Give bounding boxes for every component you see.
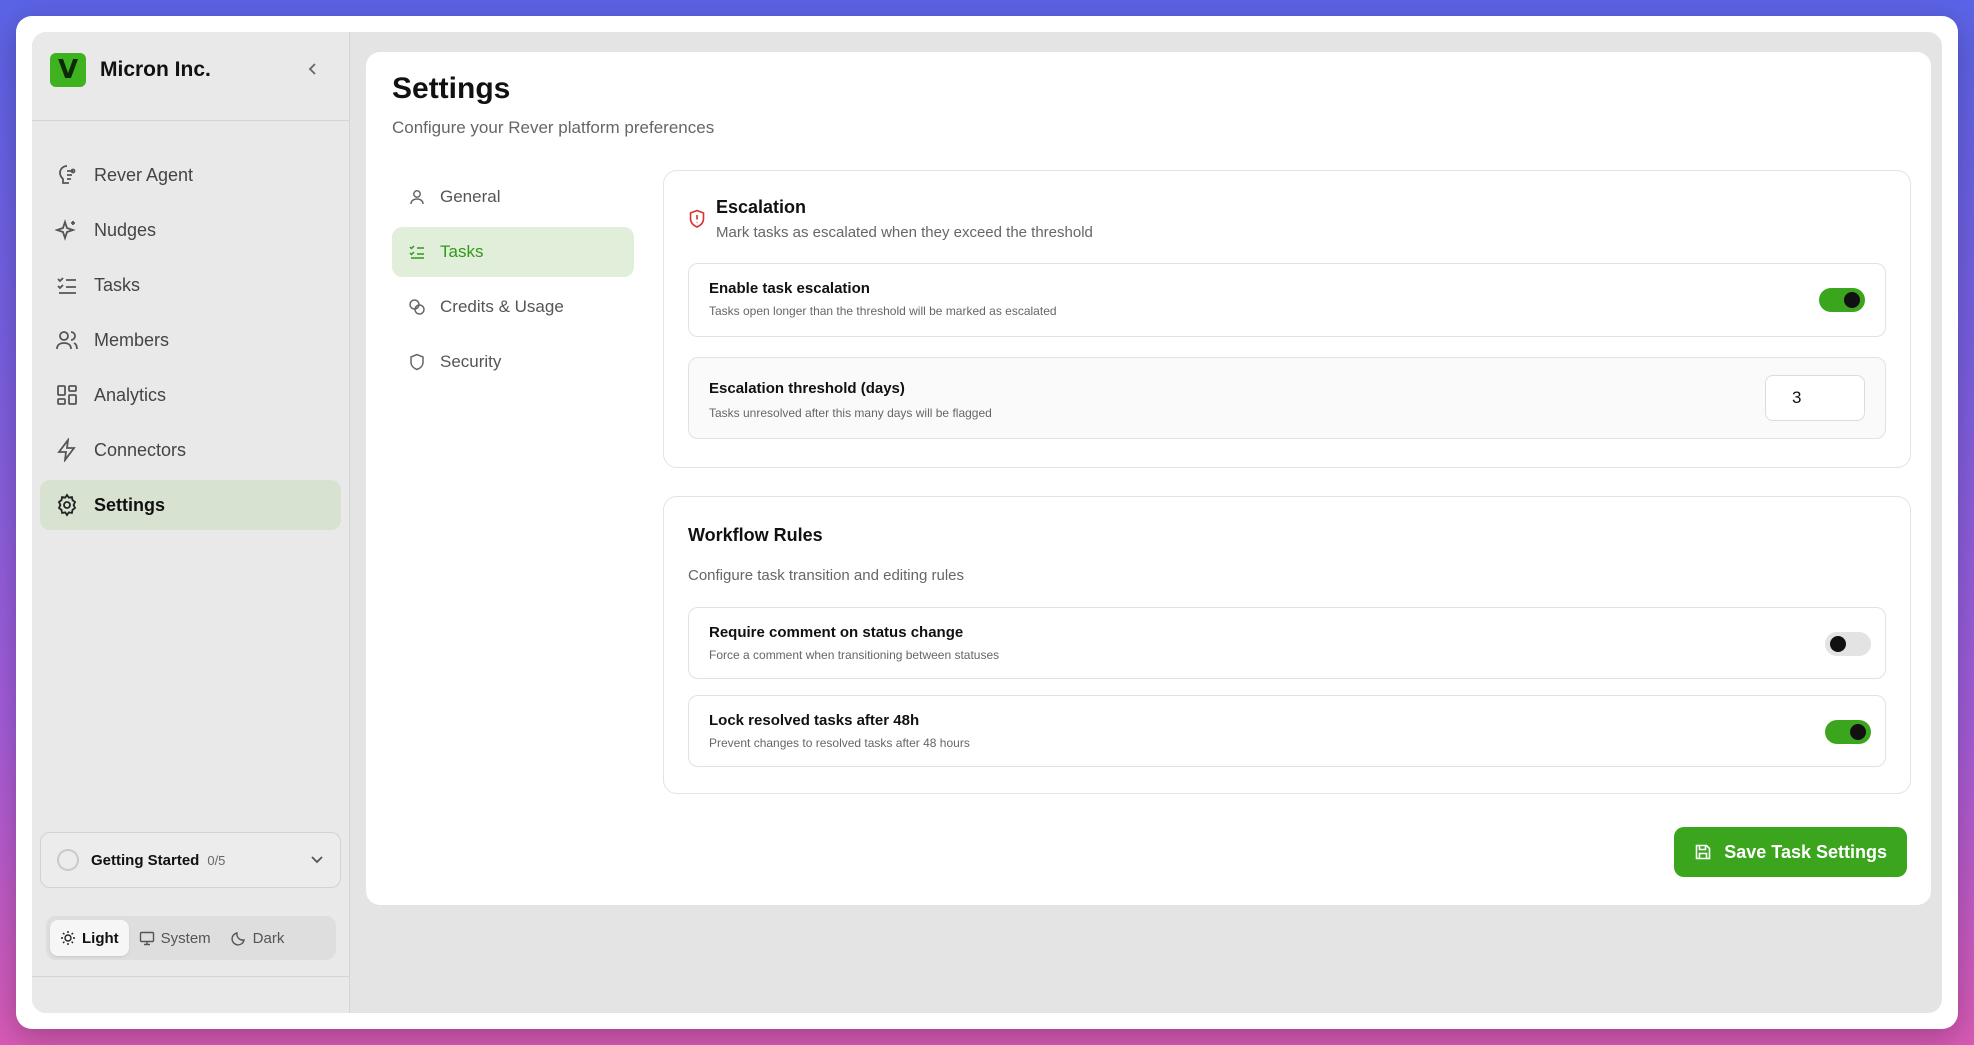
users-icon — [54, 327, 80, 353]
agent-icon — [54, 162, 80, 188]
theme-system-label: System — [160, 929, 211, 947]
toggle-knob — [1850, 724, 1866, 740]
sidebar-item-connectors[interactable]: Connectors — [40, 425, 341, 475]
settings-panel: Settings Configure your Rever platform p… — [366, 52, 1931, 905]
tab-credits-usage[interactable]: Credits & Usage — [392, 282, 634, 332]
sidebar-item-nudges[interactable]: Nudges — [40, 205, 341, 255]
page-title: Settings — [392, 72, 511, 105]
require-comment-toggle[interactable] — [1825, 632, 1871, 656]
sidebar-item-tasks[interactable]: Tasks — [40, 260, 341, 310]
sidebar-item-label: Nudges — [94, 219, 157, 240]
sidebar-divider — [32, 120, 349, 121]
require-comment-row: Require comment on status change Force a… — [688, 607, 1886, 679]
sidebar-item-members[interactable]: Members — [40, 315, 341, 365]
sidebar-item-settings[interactable]: Settings — [40, 480, 341, 530]
require-comment-description: Force a comment when transitioning betwe… — [709, 648, 1000, 662]
workflow-subtitle: Configure task transition and editing ru… — [688, 567, 964, 584]
sidebar-item-label: Connectors — [94, 439, 187, 460]
escalation-title: Escalation — [716, 197, 807, 217]
theme-dark-label: Dark — [252, 929, 285, 947]
shield-icon — [406, 353, 428, 371]
save-task-settings-button[interactable]: Save Task Settings — [1674, 827, 1907, 877]
tab-general[interactable]: General — [392, 172, 634, 222]
theme-light-option[interactable]: Light — [50, 920, 129, 956]
sun-icon — [60, 930, 76, 946]
lock-resolved-toggle[interactable] — [1825, 720, 1871, 744]
sidebar-item-label: Tasks — [94, 274, 141, 295]
lock-resolved-description: Prevent changes to resolved tasks after … — [709, 736, 970, 750]
page-subtitle: Configure your Rever platform preference… — [392, 118, 715, 137]
progress-ring-icon — [57, 849, 79, 871]
shield-alert-icon — [688, 209, 706, 241]
user-icon — [406, 188, 428, 206]
chevron-down-icon[interactable] — [310, 852, 324, 868]
enable-escalation-title: Enable task escalation — [709, 280, 870, 297]
tab-label: Tasks — [440, 242, 484, 261]
sidebar-nav: Rever Agent Nudges Tasks Members Analyti… — [40, 150, 341, 535]
enable-escalation-description: Tasks open longer than the threshold wil… — [709, 304, 1057, 318]
lock-resolved-title: Lock resolved tasks after 48h — [709, 712, 920, 729]
toggle-knob — [1830, 636, 1846, 652]
sidebar-item-label: Rever Agent — [94, 164, 194, 185]
escalation-subtitle: Mark tasks as escalated when they exceed… — [716, 224, 1093, 241]
monitor-icon — [139, 930, 155, 946]
toggle-knob — [1844, 292, 1860, 308]
app-frame: V Micron Inc. Rever Agent Nudges Tasks M… — [16, 16, 1958, 1029]
getting-started-count: 0/5 — [207, 852, 226, 868]
escalation-threshold-description: Tasks unresolved after this many days wi… — [709, 406, 992, 420]
tab-security[interactable]: Security — [392, 337, 634, 387]
sidebar-item-rever-agent[interactable]: Rever Agent — [40, 150, 341, 200]
theme-system-option[interactable]: System — [129, 920, 221, 956]
brand-name: Micron Inc. — [100, 58, 211, 81]
workflow-rules-card: Workflow Rules Configure task transition… — [663, 496, 1911, 794]
moon-icon — [231, 930, 247, 946]
escalation-threshold-title: Escalation threshold (days) — [709, 380, 905, 397]
sidebar-item-label: Analytics — [94, 384, 167, 405]
getting-started-label: Getting Started — [91, 851, 200, 869]
enable-escalation-toggle[interactable] — [1819, 288, 1865, 312]
chevron-left-icon[interactable] — [307, 60, 319, 81]
sidebar-divider-bottom — [32, 976, 349, 977]
tab-tasks[interactable]: Tasks — [392, 227, 634, 277]
save-button-label: Save Task Settings — [1724, 841, 1887, 862]
sidebar-item-label: Settings — [94, 494, 166, 515]
getting-started-widget[interactable]: Getting Started 0/5 — [40, 832, 341, 888]
workflow-title: Workflow Rules — [688, 525, 823, 545]
list-checks-icon — [54, 272, 80, 298]
enable-escalation-row: Enable task escalation Tasks open longer… — [688, 263, 1886, 337]
list-checks-icon — [406, 243, 428, 261]
escalation-threshold-row: Escalation threshold (days) Tasks unreso… — [688, 357, 1886, 439]
bolt-icon — [54, 437, 80, 463]
coins-icon — [406, 298, 428, 316]
grid-icon — [54, 382, 80, 408]
settings-subnav: General Tasks Credits & Usage Security — [392, 172, 634, 392]
theme-dark-option[interactable]: Dark — [221, 920, 295, 956]
tab-label: Security — [440, 352, 502, 371]
sparkles-icon — [54, 217, 80, 243]
brand-header: V Micron Inc. — [50, 50, 331, 90]
require-comment-title: Require comment on status change — [709, 624, 964, 641]
sidebar: V Micron Inc. Rever Agent Nudges Tasks M… — [32, 32, 350, 1013]
theme-light-label: Light — [82, 929, 119, 947]
save-icon — [1694, 843, 1712, 861]
escalation-header: Escalation Mark tasks as escalated when … — [688, 197, 1093, 241]
tab-label: General — [440, 187, 501, 206]
escalation-card: Escalation Mark tasks as escalated when … — [663, 170, 1911, 468]
theme-switcher: Light System Dark — [46, 916, 336, 960]
sidebar-item-label: Members — [94, 329, 170, 350]
app-window: V Micron Inc. Rever Agent Nudges Tasks M… — [32, 32, 1942, 1013]
brand-logo: V — [50, 53, 86, 87]
sidebar-item-analytics[interactable]: Analytics — [40, 370, 341, 420]
escalation-threshold-input[interactable]: 3 — [1765, 375, 1865, 421]
tab-label: Credits & Usage — [440, 297, 564, 316]
gear-icon — [54, 492, 80, 518]
lock-resolved-row: Lock resolved tasks after 48h Prevent ch… — [688, 695, 1886, 767]
